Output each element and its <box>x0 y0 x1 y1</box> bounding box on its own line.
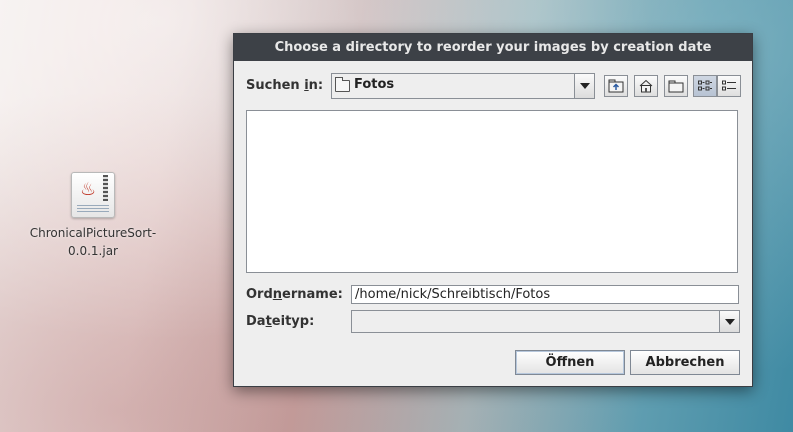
home-button[interactable] <box>634 75 658 97</box>
dialog-title: Choose a directory to reorder your image… <box>234 34 752 61</box>
desktop-file-icon[interactable]: ♨ ChronicalPictureSort- 0.0.1.jar <box>22 172 164 260</box>
file-list[interactable] <box>246 110 738 273</box>
cancel-button[interactable]: Abbrechen <box>630 350 740 375</box>
up-folder-button[interactable] <box>604 75 628 97</box>
file-type-combo[interactable] <box>351 310 740 333</box>
up-folder-icon <box>608 79 624 93</box>
desktop-file-label: ChronicalPictureSort- 0.0.1.jar <box>29 226 157 258</box>
folder-name-label: Ordnername: <box>246 287 343 302</box>
java-jar-icon: ♨ <box>71 172 115 218</box>
list-view-button[interactable] <box>693 75 717 97</box>
home-icon <box>639 79 653 93</box>
file-chooser-dialog: Choose a directory to reorder your image… <box>233 33 753 387</box>
list-view-icon <box>698 80 712 91</box>
chevron-down-icon[interactable] <box>574 74 594 98</box>
file-type-label: Dateityp: <box>246 314 315 329</box>
chevron-down-icon[interactable] <box>719 311 739 332</box>
details-view-button[interactable] <box>717 75 741 97</box>
look-in-combo[interactable]: Fotos <box>331 73 595 99</box>
look-in-value: Fotos <box>354 77 395 92</box>
folder-name-input[interactable]: /home/nick/Schreibtisch/Fotos <box>351 285 739 304</box>
open-button[interactable]: Öffnen <box>515 350 625 375</box>
details-view-icon <box>722 80 736 91</box>
folder-icon <box>335 77 350 92</box>
new-folder-button[interactable] <box>664 75 688 97</box>
new-folder-icon <box>668 80 684 93</box>
look-in-label: Suchen in: <box>246 78 324 93</box>
